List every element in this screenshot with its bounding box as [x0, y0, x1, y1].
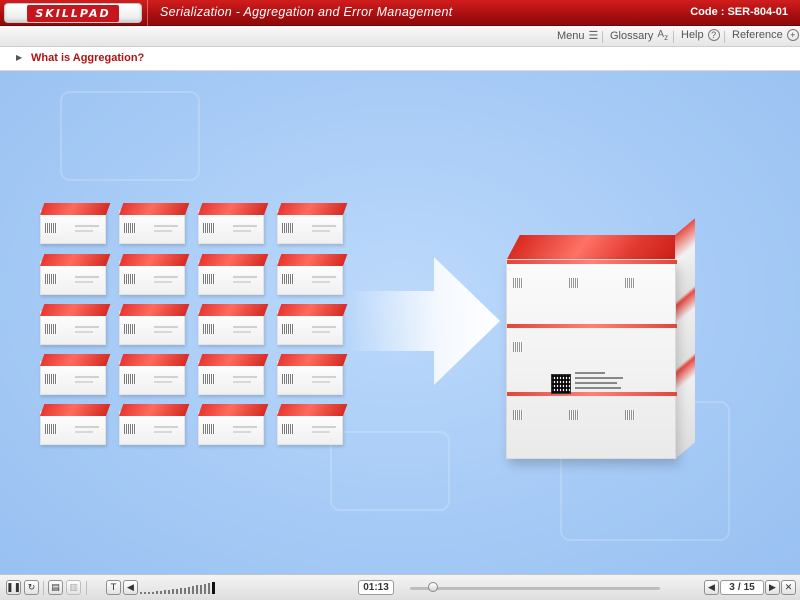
datamatrix-code-icon [551, 374, 571, 394]
product-carton [198, 261, 264, 295]
header-divider [147, 0, 148, 26]
title-bar: SKILLPAD Serialization - Aggregation and… [0, 0, 800, 26]
product-carton [277, 311, 343, 345]
transcript-button[interactable]: ▤ [48, 580, 63, 595]
product-carton [119, 261, 185, 295]
player-separator [43, 581, 44, 595]
help-button[interactable]: Help ? [681, 29, 720, 41]
help-icon: ? [707, 29, 720, 41]
barcode-icon [513, 342, 523, 352]
barcode-icon [513, 278, 523, 288]
product-carton [277, 411, 343, 445]
barcode-icon [625, 278, 635, 288]
course-title: Serialization - Aggregation and Error Ma… [160, 5, 453, 19]
toolbar-separator [724, 31, 725, 43]
next-page-button[interactable]: ▶ [765, 580, 780, 595]
product-carton [277, 361, 343, 395]
page-indicator: 3 / 15 [720, 580, 764, 595]
product-carton [40, 311, 106, 345]
notes-icon: ▥ [69, 582, 78, 593]
product-carton [277, 261, 343, 295]
close-button[interactable]: ✕ [781, 580, 796, 595]
replay-button[interactable]: ↻ [24, 580, 39, 595]
page-separator: / [737, 582, 741, 593]
transcript-icon: ▤ [51, 582, 60, 593]
progress-track[interactable] [410, 587, 660, 590]
next-icon: ▶ [769, 582, 776, 593]
product-carton [198, 361, 264, 395]
prev-icon: ◀ [708, 582, 715, 593]
product-carton [40, 210, 106, 244]
barcode-icon [569, 410, 579, 420]
content-stage [0, 71, 800, 574]
volume-button[interactable]: ◀ [123, 580, 138, 595]
skillpad-logo: SKILLPAD [4, 3, 142, 23]
background-shape [330, 431, 450, 511]
progress-thumb[interactable] [427, 582, 438, 592]
toolbar-separator [602, 31, 603, 43]
toolbar-separator [673, 31, 674, 43]
right-arrow-icon [348, 257, 500, 385]
glossary-label: Glossary [610, 29, 654, 42]
glossary-az-icon: Az [657, 29, 669, 42]
plus-circle-icon: + [786, 29, 799, 41]
product-carton [198, 210, 264, 244]
carton-row-stripe [507, 260, 677, 264]
product-carton [277, 210, 343, 244]
replay-icon: ↻ [27, 582, 36, 593]
page-total: 15 [743, 582, 755, 593]
text-icon: T [110, 582, 117, 593]
product-carton [40, 361, 106, 395]
notes-button[interactable]: ▥ [66, 580, 81, 595]
product-carton [119, 361, 185, 395]
carton-row-stripe [507, 324, 677, 328]
text-toggle-button[interactable]: T [106, 580, 121, 595]
speaker-icon: ◀ [127, 582, 134, 593]
menu-button[interactable]: Menu ☰ [557, 29, 599, 43]
bundle-side [675, 218, 695, 459]
player-bar: ❚❚ ↻ ▤ ▥ T ◀ 01:13 ◀ 3 / 15 ▶ ✕ [0, 574, 800, 600]
menu-label: Menu [557, 29, 585, 42]
bundle-top [506, 235, 690, 261]
aggregated-bundle [498, 218, 698, 471]
menu-icon: ☰ [588, 30, 599, 42]
topic-title: What is Aggregation? [31, 52, 145, 64]
product-carton [119, 411, 185, 445]
product-carton [198, 311, 264, 345]
help-label: Help [681, 29, 704, 41]
pause-icon: ❚❚ [5, 582, 22, 593]
page-current: 3 [729, 582, 735, 593]
barcode-icon [513, 410, 523, 420]
volume-slider[interactable] [140, 582, 226, 594]
product-carton [40, 261, 106, 295]
product-carton [40, 411, 106, 445]
shipping-label [575, 372, 625, 392]
close-icon: ✕ [784, 582, 793, 593]
carton-row-stripe [507, 392, 677, 396]
prev-page-button[interactable]: ◀ [704, 580, 719, 595]
pause-button[interactable]: ❚❚ [6, 580, 21, 595]
product-carton [198, 411, 264, 445]
barcode-icon [625, 410, 635, 420]
reference-button[interactable]: Reference + [732, 29, 799, 41]
glossary-button[interactable]: Glossary Az [610, 29, 668, 42]
elapsed-time: 01:13 [358, 580, 394, 595]
top-toolbar: Menu ☰ Glossary Az Help ? Reference + [0, 26, 800, 47]
player-separator [86, 581, 87, 595]
reference-label: Reference [732, 29, 783, 41]
bundle-front [506, 259, 677, 459]
product-carton [119, 311, 185, 345]
barcode-icon [569, 278, 579, 288]
play-triangle-icon: ▶ [16, 53, 23, 62]
background-shape [60, 91, 200, 181]
logo-text: SKILLPAD [27, 4, 119, 22]
product-carton [119, 210, 185, 244]
course-code: Code : SER-804-01 [690, 6, 788, 18]
topic-bar: ▶ What is Aggregation? [0, 47, 800, 71]
